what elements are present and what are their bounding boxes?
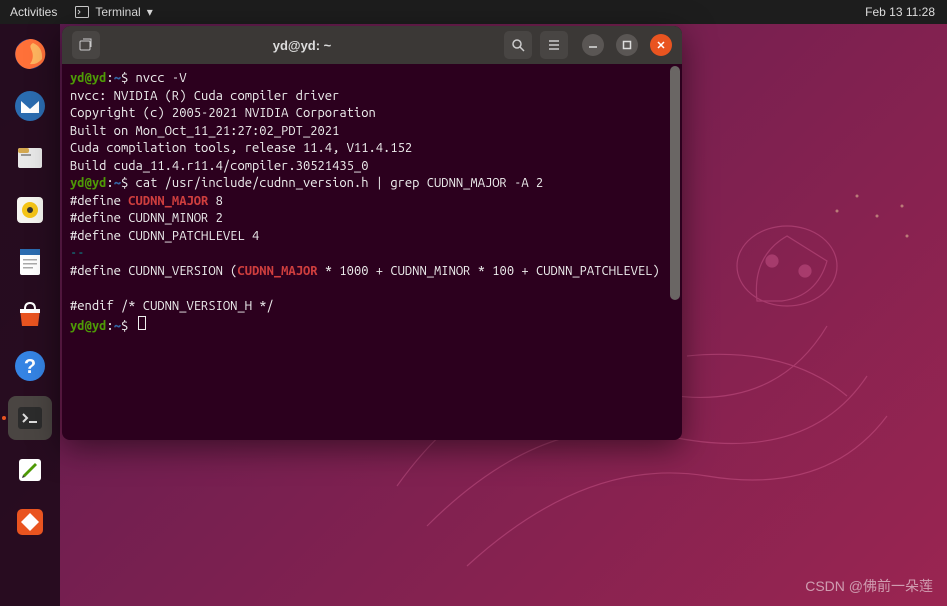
shopping-bag-icon	[13, 297, 47, 331]
command-2: cat /usr/include/cudnn_version.h | grep …	[136, 176, 544, 190]
terminal-icon	[75, 6, 89, 18]
svg-text:?: ?	[24, 356, 36, 378]
dock-firefox[interactable]	[8, 32, 52, 76]
dock: ?	[0, 24, 60, 606]
document-icon	[13, 245, 47, 279]
output-line: Cuda compilation tools, release 11.4, V1…	[70, 141, 412, 155]
files-icon	[13, 141, 47, 175]
title-bar[interactable]: yd@yd: ~	[62, 26, 682, 64]
output-line: nvcc: NVIDIA (R) Cuda compiler driver	[70, 89, 339, 103]
output-line: #define CUDNN_MINOR 2	[70, 211, 223, 225]
output-line: Built on Mon_Oct_11_21:27:02_PDT_2021	[70, 124, 339, 138]
hamburger-menu[interactable]	[540, 31, 568, 59]
clock[interactable]: Feb 13 11:28	[865, 5, 935, 19]
dock-files[interactable]	[8, 136, 52, 180]
dock-thunderbird[interactable]	[8, 84, 52, 128]
top-panel: Activities Terminal ▾ Feb 13 11:28	[0, 0, 947, 24]
new-tab-button[interactable]	[72, 31, 100, 59]
tab-plus-icon	[79, 38, 93, 52]
terminal-window: yd@yd: ~ yd@yd:~$ nvcc -V nvcc: NVIDIA (…	[62, 26, 682, 440]
scrollbar-thumb[interactable]	[670, 66, 680, 300]
terminal-app-icon	[13, 401, 47, 435]
dock-help[interactable]: ?	[8, 344, 52, 388]
grep-match: CUDNN_MAJOR	[237, 264, 317, 278]
output-line: Build cuda_11.4.r11.4/compiler.30521435_…	[70, 159, 368, 173]
search-icon	[511, 38, 525, 52]
app-icon	[13, 505, 47, 539]
output-line: #endif /* CUDNN_VERSION_H */	[70, 299, 274, 313]
chevron-down-icon: ▾	[147, 5, 153, 19]
minimize-icon	[588, 40, 598, 50]
help-icon: ?	[13, 349, 47, 383]
dock-writer[interactable]	[8, 240, 52, 284]
app-menu-label: Terminal	[95, 5, 140, 19]
cursor	[138, 316, 146, 330]
pencil-icon	[13, 453, 47, 487]
output-line: #define CUDNN_PATCHLEVEL 4	[70, 229, 259, 243]
firefox-icon	[13, 37, 47, 71]
thunderbird-icon	[13, 89, 47, 123]
maximize-icon	[622, 40, 632, 50]
prompt-user: yd	[70, 71, 85, 85]
maximize-button[interactable]	[616, 34, 638, 56]
watermark: CSDN @佛前一朵莲	[805, 576, 933, 596]
app-menu[interactable]: Terminal ▾	[75, 5, 152, 19]
search-button[interactable]	[504, 31, 532, 59]
close-button[interactable]	[650, 34, 672, 56]
music-icon	[13, 193, 47, 227]
close-icon	[656, 40, 666, 50]
grep-separator: --	[70, 246, 85, 260]
activities-button[interactable]: Activities	[10, 5, 57, 19]
minimize-button[interactable]	[582, 34, 604, 56]
grep-match: CUDNN_MAJOR	[128, 194, 208, 208]
dock-software[interactable]	[8, 292, 52, 336]
command-1: nvcc -V	[136, 71, 187, 85]
dock-rhythmbox[interactable]	[8, 188, 52, 232]
window-title: yd@yd: ~	[100, 38, 504, 53]
output-line: Copyright (c) 2005-2021 NVIDIA Corporati…	[70, 106, 376, 120]
terminal-output[interactable]: yd@yd:~$ nvcc -V nvcc: NVIDIA (R) Cuda c…	[62, 64, 682, 341]
dock-text-editor[interactable]	[8, 448, 52, 492]
hamburger-icon	[547, 38, 561, 52]
scrollbar[interactable]	[670, 66, 680, 438]
dock-app-other[interactable]	[8, 500, 52, 544]
dock-terminal[interactable]	[8, 396, 52, 440]
